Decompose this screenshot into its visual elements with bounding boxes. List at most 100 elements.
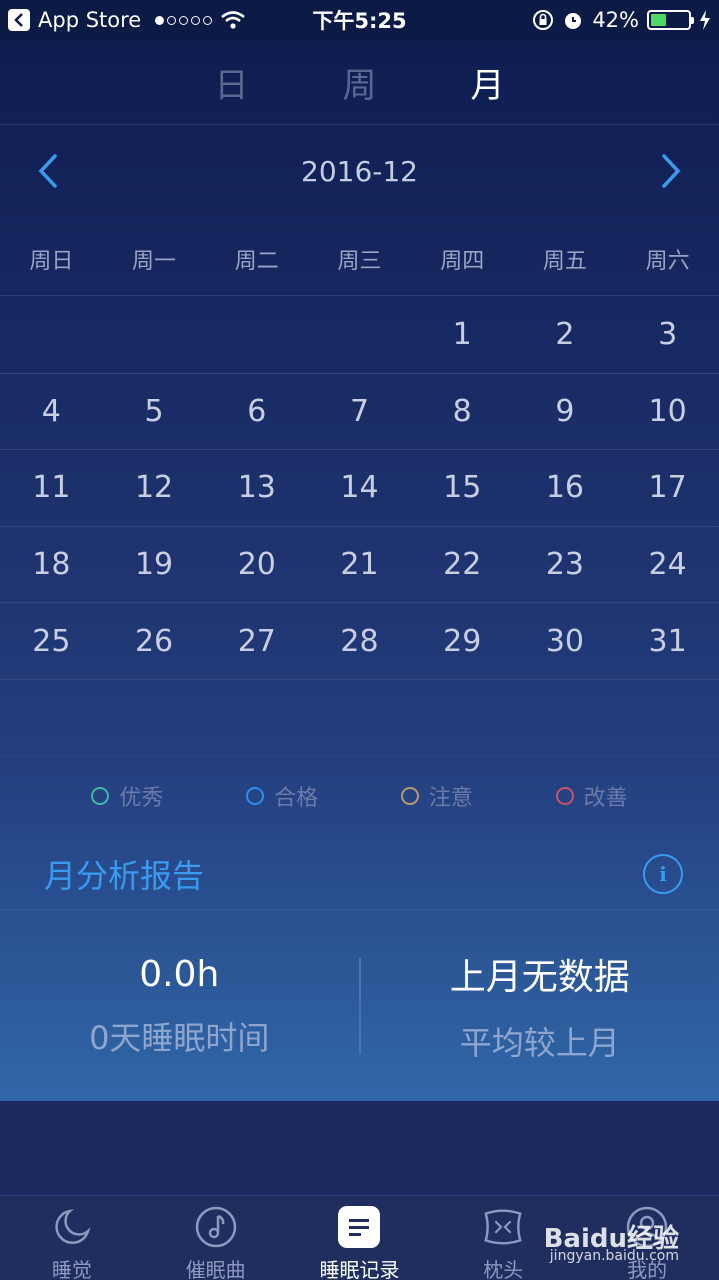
wifi-icon [221,11,246,29]
calendar-day[interactable]: 4 [0,394,103,429]
chevron-right-icon [662,154,681,188]
rating-legend: 优秀 合格 注意 改善 [0,770,719,822]
tab-day[interactable]: 日 [212,58,252,107]
calendar-day[interactable]: 23 [514,547,617,582]
calendar-day[interactable]: 9 [514,394,617,429]
moon-icon [55,1209,91,1244]
calendar-day[interactable]: 18 [0,547,103,582]
tabbar-item-lullaby[interactable]: 催眠曲 [144,1196,288,1280]
tabbar-item-sleep[interactable]: 睡觉 [0,1196,144,1280]
legend-ring-icon [400,787,419,805]
legend-item: 改善 [555,780,628,812]
legend-label: 合格 [274,786,319,811]
weekday-label: 周一 [132,248,177,274]
music-note-icon [195,1206,236,1248]
sleep-time-stat: 0.0h 0天睡眠时间 [0,954,359,1059]
calendar-day[interactable]: 16 [514,470,617,505]
legend-label: 注意 [428,786,473,811]
calendar-day[interactable]: 19 [103,547,206,582]
battery-percent: 42% [592,8,639,32]
tab-month[interactable]: 月 [468,58,508,107]
tabbar-label: 睡觉 [51,1258,92,1280]
calendar-day[interactable]: 24 [616,547,719,582]
calendar-day[interactable]: 13 [205,470,308,505]
calendar-day[interactable]: 3 [616,317,719,352]
legend-ring-icon [91,787,110,805]
weekday-label: 周日 [29,248,74,274]
status-bar: App Store 下午5:25 42% [0,0,719,40]
view-tabs: 日周月 [0,40,719,125]
calendar-day[interactable]: 29 [411,624,514,659]
alarm-icon [565,13,582,29]
calendar-day[interactable]: 5 [103,394,206,429]
charging-icon [700,10,710,30]
calendar-day[interactable]: 30 [514,624,617,659]
calendar-day[interactable]: 7 [308,394,411,429]
report-summary: 0.0h 0天睡眠时间 上月无数据 平均较上月 [0,911,719,1101]
calendar-day[interactable]: 1 [411,317,514,352]
pillow-icon [484,1209,522,1245]
lower-content-area [0,1101,719,1195]
calendar-day[interactable]: 17 [616,470,719,505]
calendar-day[interactable]: 12 [103,470,206,505]
legend-item: 注意 [400,780,473,812]
stat-value: 0.0h [139,953,220,995]
clock: 下午5:25 [312,9,407,33]
weekday-label: 周六 [645,248,690,274]
report-title: 月分析报告 [44,856,205,895]
calendar-day[interactable]: 28 [308,624,411,659]
tabbar-label: 催眠曲 [185,1258,246,1280]
calendar-week-row [0,680,719,757]
signal-icon [155,15,213,25]
weekday-label: 周二 [234,248,279,274]
stat-label: 平均较上月 [459,1024,620,1062]
legend-label: 优秀 [119,786,164,811]
weekday-label: 周四 [440,248,485,274]
calendar-day[interactable]: 6 [205,394,308,429]
legend-item: 优秀 [91,780,163,812]
calendar-day[interactable]: 8 [411,394,514,429]
calendar-week-row: 25 26 27 28 29 30 31 [0,603,719,680]
calendar-grid: 1 2 3 4 5 6 7 8 9 10 11 12 13 14 15 16 17 18 19 20 21 22 23 24 2… [0,297,719,757]
compare-stat: 上月无数据 平均较上月 [361,948,719,1064]
calendar-day[interactable]: 27 [205,624,308,659]
baidu-watermark-url: jingyan.baidu.com [549,1248,679,1264]
weekday-header: 周日 周一 周二 周三 周四 周五 周六 [0,222,719,296]
back-to-app-icon[interactable] [8,9,30,31]
calendar-day[interactable]: 21 [308,547,411,582]
stat-value: 上月无数据 [449,957,630,998]
next-month-button[interactable] [653,151,689,191]
tabbar-label: 枕头 [483,1258,524,1280]
calendar-day[interactable]: 15 [411,470,514,505]
record-icon [338,1206,381,1248]
prev-month-button[interactable] [30,151,66,191]
report-header: 月分析报告 i [0,838,719,910]
weekday-label: 周五 [542,248,587,274]
stat-label: 0天睡眠时间 [89,1018,270,1057]
calendar-week-row: 18 19 20 21 22 23 24 [0,527,719,604]
back-app-label[interactable]: App Store [38,8,141,32]
calendar-day[interactable]: 11 [0,470,103,505]
calendar-week-row: 11 12 13 14 15 16 17 [0,450,719,527]
legend-ring-icon [246,787,265,805]
chevron-left-icon [38,154,57,188]
calendar-day[interactable]: 31 [616,624,719,659]
calendar-day[interactable]: 2 [514,317,617,352]
legend-item: 合格 [246,780,318,812]
month-navigator: 2016-12 [0,126,719,216]
calendar-day[interactable]: 26 [103,624,206,659]
weekday-label: 周三 [337,248,382,274]
calendar-day[interactable]: 22 [411,547,514,582]
tab-week[interactable]: 周 [340,58,380,107]
calendar-day[interactable]: 25 [0,624,103,659]
tabbar-label: 睡眠记录 [319,1258,400,1280]
tabbar-item-sleep-record[interactable]: 睡眠记录 [288,1196,432,1280]
legend-label: 改善 [583,786,628,811]
calendar-day[interactable]: 20 [205,547,308,582]
info-icon[interactable]: i [643,853,683,894]
orientation-lock-icon [533,10,554,30]
calendar-week-row: 123 [0,297,719,374]
legend-ring-icon [555,787,574,805]
calendar-day[interactable]: 10 [616,394,719,429]
calendar-day[interactable]: 14 [308,470,411,505]
